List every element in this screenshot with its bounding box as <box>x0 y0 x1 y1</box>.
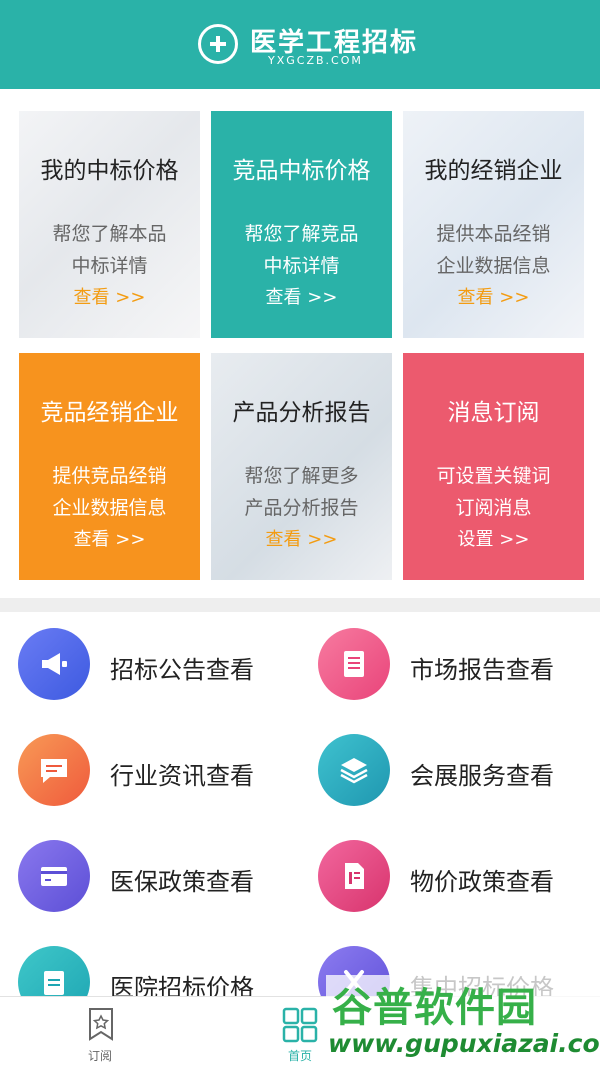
menu-bid-announcement[interactable]: 招标公告查看 <box>18 628 308 702</box>
card-link[interactable]: 设置 >> <box>403 525 584 551</box>
menu-label: 物价政策查看 <box>410 868 554 896</box>
card-title: 竞品中标价格 <box>232 158 371 184</box>
card-title: 我的中标价格 <box>40 158 179 184</box>
menu-market-report[interactable]: 市场报告查看 <box>318 628 600 702</box>
card-desc: 帮您了解本品 <box>52 223 167 245</box>
card-link[interactable]: 查看 >> <box>211 525 392 551</box>
menu-label: 行业资讯查看 <box>110 762 254 790</box>
menu-exhibition-service[interactable]: 会展服务查看 <box>318 734 600 808</box>
document-icon <box>318 628 390 700</box>
bookmark-star-icon <box>89 1008 113 1041</box>
card-desc: 提供竞品经销 <box>52 465 167 487</box>
card-competitor-bid-price[interactable]: 竞品中标价格 帮您了解竞品 中标详情 查看 >> <box>211 111 392 338</box>
card-desc: 企业数据信息 <box>52 497 167 519</box>
card-message-subscription[interactable]: 消息订阅 可设置关键词 订阅消息 设置 >> <box>403 353 584 580</box>
card-desc: 帮您了解更多 <box>244 465 359 487</box>
card-link[interactable]: 查看 >> <box>19 283 200 309</box>
card-product-report[interactable]: 产品分析报告 帮您了解更多 产品分析报告 查看 >> <box>211 353 392 580</box>
megaphone-icon <box>18 628 90 700</box>
menu-medical-insurance-policy[interactable]: 医保政策查看 <box>18 840 308 914</box>
card-desc: 产品分析报告 <box>244 497 359 519</box>
section-divider <box>0 598 600 612</box>
card-title: 竞品经销企业 <box>40 400 179 426</box>
menu-price-policy[interactable]: 物价政策查看 <box>318 840 600 914</box>
card-desc: 订阅消息 <box>455 497 532 519</box>
card-desc: 企业数据信息 <box>436 255 551 277</box>
card-icon <box>18 840 90 912</box>
menu-label: 会展服务查看 <box>410 762 554 790</box>
card-title: 我的经销企业 <box>424 158 563 184</box>
card-title: 产品分析报告 <box>232 400 371 426</box>
medical-cross-logo-icon <box>198 24 238 64</box>
menu-label: 招标公告查看 <box>110 656 254 684</box>
watermark: 谷普软件园 www.gupuxiazai.com <box>326 975 600 1067</box>
app-header: 医学工程招标 YXGCZB.COM <box>0 0 600 89</box>
watermark-url: www.gupuxiazai.com <box>328 1029 600 1058</box>
card-link[interactable]: 查看 >> <box>403 283 584 309</box>
card-link[interactable]: 查看 >> <box>19 525 200 551</box>
file-icon <box>318 840 390 912</box>
menu-label: 市场报告查看 <box>410 656 554 684</box>
menu-industry-news[interactable]: 行业资讯查看 <box>18 734 308 808</box>
card-my-bid-price[interactable]: 我的中标价格 帮您了解本品 中标详情 查看 >> <box>19 111 200 338</box>
watermark-text: 谷普软件园 <box>332 985 537 1031</box>
tab-label: 订阅 <box>87 1049 112 1063</box>
tab-subscribe[interactable]: 订阅 <box>55 997 145 1068</box>
card-desc: 中标详情 <box>71 255 148 277</box>
card-link[interactable]: 查看 >> <box>211 283 392 309</box>
menu-label: 医保政策查看 <box>110 868 254 896</box>
card-desc: 提供本品经销 <box>436 223 551 245</box>
chat-icon <box>18 734 90 806</box>
card-competitor-distributors[interactable]: 竞品经销企业 提供竞品经销 企业数据信息 查看 >> <box>19 353 200 580</box>
card-desc: 帮您了解竞品 <box>244 223 359 245</box>
card-desc: 中标详情 <box>263 255 340 277</box>
card-my-distributors[interactable]: 我的经销企业 提供本品经销 企业数据信息 查看 >> <box>403 111 584 338</box>
app-subtitle: YXGCZB.COM <box>268 54 363 67</box>
card-title: 消息订阅 <box>447 400 540 426</box>
layers-icon <box>318 734 390 806</box>
card-desc: 可设置关键词 <box>436 465 551 487</box>
grid-icon <box>282 1007 318 1043</box>
